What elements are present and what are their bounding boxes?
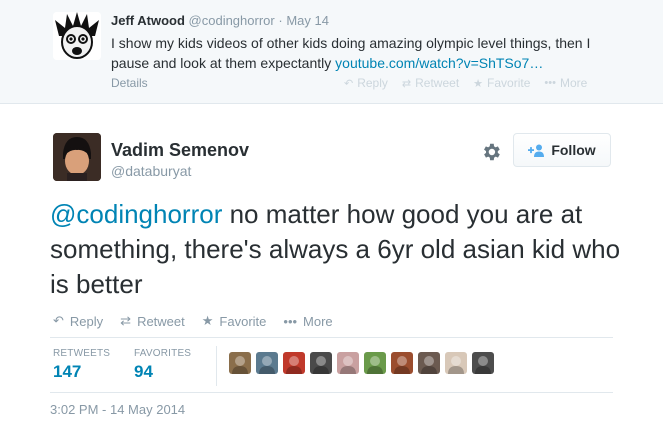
- parent-tweet-separator: ·: [278, 13, 283, 28]
- parent-favorite-action[interactable]: ★ Favorite: [473, 76, 530, 90]
- favorites-count[interactable]: 94: [134, 362, 153, 382]
- favoriter-avatar[interactable]: [391, 352, 413, 374]
- stats-bottom-divider: [50, 392, 613, 393]
- more-icon: •••: [544, 77, 556, 89]
- retweets-count[interactable]: 147: [53, 362, 81, 382]
- favoriter-avatars: [229, 352, 494, 374]
- retweet-icon: ⇄: [120, 313, 132, 328]
- tweet-text: @codinghorror no matter how good you are…: [50, 197, 640, 302]
- favoriter-avatar[interactable]: [310, 352, 332, 374]
- tweet-author-fullname[interactable]: Vadim Semenov: [111, 140, 249, 161]
- reply-icon: ↶: [53, 313, 64, 328]
- parent-tweet-screenname[interactable]: @codinghorror: [189, 13, 275, 28]
- favoriter-avatar[interactable]: [418, 352, 440, 374]
- retweets-label: RETWEETS: [53, 348, 111, 359]
- follow-button[interactable]: Follow: [513, 133, 611, 167]
- stats-top-divider: [50, 337, 613, 338]
- favoriter-avatar[interactable]: [337, 352, 359, 374]
- favorite-label: Favorite: [219, 313, 267, 329]
- tweet-author-screenname[interactable]: @databuryat: [111, 163, 191, 179]
- reply-icon: ↶: [344, 77, 354, 90]
- parent-tweet-date[interactable]: May 14: [286, 13, 329, 28]
- parent-tweet-avatar[interactable]: [53, 12, 101, 60]
- parent-reply-action[interactable]: ↶ Reply: [344, 76, 388, 90]
- favoriter-avatar[interactable]: [364, 352, 386, 374]
- parent-retweet-label: Retweet: [415, 76, 460, 90]
- parent-reply-label: Reply: [357, 76, 388, 90]
- more-label: More: [303, 313, 333, 329]
- favorites-label: FAVORITES: [134, 348, 192, 359]
- parent-tweet-fullname[interactable]: Jeff Atwood: [111, 13, 185, 28]
- reply-label: Reply: [69, 313, 104, 329]
- parent-favorite-label: Favorite: [487, 76, 531, 90]
- favoriter-avatar[interactable]: [283, 352, 305, 374]
- parent-tweet[interactable]: Jeff Atwood @codinghorror · May 14 I sho…: [0, 0, 663, 104]
- more-icon: •••: [283, 313, 298, 329]
- retweet-action[interactable]: ⇄ Retweet: [120, 313, 185, 329]
- parent-more-action[interactable]: ••• More: [544, 76, 587, 90]
- add-user-icon: [528, 144, 545, 157]
- tweet-author-avatar[interactable]: [53, 133, 101, 181]
- parent-tweet-details-link[interactable]: Details: [111, 76, 148, 90]
- favoriter-avatar[interactable]: [472, 352, 494, 374]
- reply-action[interactable]: ↶ Reply: [53, 313, 103, 329]
- favoriter-avatar[interactable]: [256, 352, 278, 374]
- stats-vertical-divider: [216, 346, 217, 386]
- retweet-label: Retweet: [137, 313, 185, 329]
- star-icon: ★: [201, 313, 214, 328]
- favoriter-avatar[interactable]: [445, 352, 467, 374]
- parent-more-label: More: [559, 76, 588, 90]
- tweet-actions: ↶ Reply ⇄ Retweet ★ Favorite ••• More: [53, 313, 333, 329]
- parent-tweet-link[interactable]: youtube.com/watch?v=ShTSo7…: [335, 55, 543, 71]
- favorite-action[interactable]: ★ Favorite: [202, 313, 267, 329]
- gear-icon[interactable]: [480, 141, 502, 163]
- star-icon: ★: [473, 77, 484, 90]
- tweet-mention-link[interactable]: @codinghorror: [50, 199, 222, 229]
- follow-button-label: Follow: [551, 142, 596, 158]
- parent-tweet-text: I show my kids videos of other kids doin…: [111, 33, 631, 73]
- parent-retweet-action[interactable]: ⇄ Retweet: [402, 76, 459, 90]
- parent-tweet-header: Jeff Atwood @codinghorror · May 14: [111, 13, 329, 28]
- parent-tweet-actions: ↶ Reply ⇄ Retweet ★ Favorite ••• More: [344, 76, 587, 90]
- more-action[interactable]: ••• More: [283, 313, 332, 329]
- favoriter-avatar[interactable]: [229, 352, 251, 374]
- tweet-timestamp[interactable]: 3:02 PM - 14 May 2014: [50, 402, 185, 417]
- retweet-icon: ⇄: [401, 77, 412, 90]
